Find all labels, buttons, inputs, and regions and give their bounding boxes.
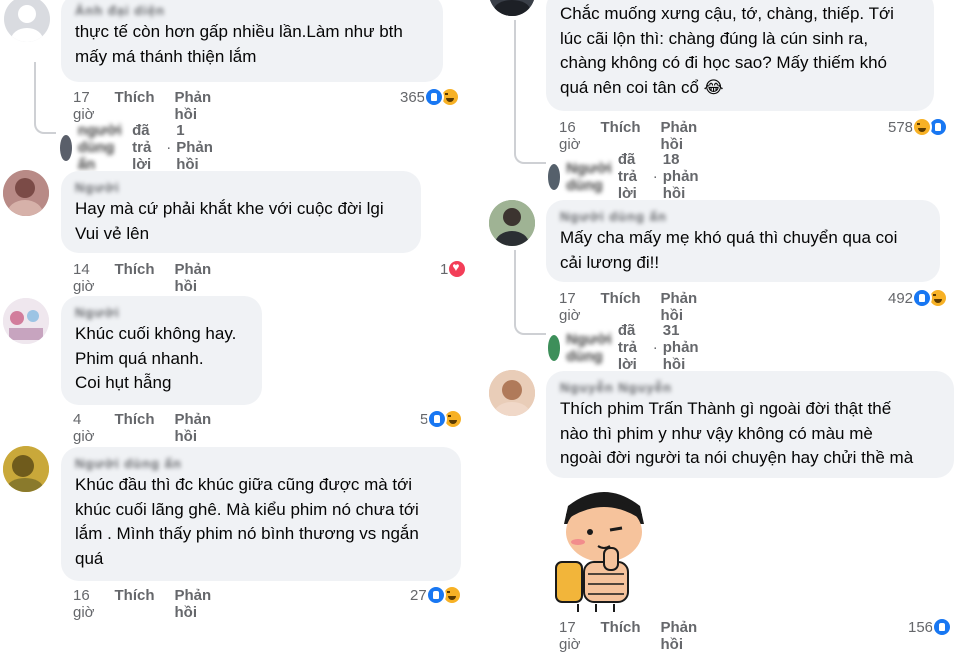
- like-button[interactable]: Thích: [601, 290, 641, 324]
- reply-thread-line: [514, 250, 546, 335]
- reaction-count: 27: [410, 586, 427, 604]
- avatar[interactable]: [489, 200, 535, 246]
- like-button[interactable]: Thích: [601, 119, 641, 153]
- avatar[interactable]: [489, 370, 535, 416]
- reaction-count: 492: [888, 289, 914, 307]
- avatar[interactable]: [3, 170, 49, 216]
- like-icon: [425, 585, 446, 605]
- replied-text: đã trả lời: [617, 322, 638, 373]
- view-replies-link[interactable]: Người dùng đã trả lời · 18 phản hồi: [548, 151, 702, 202]
- replier-name: người dùng ẩn: [77, 122, 122, 173]
- comment-text: Khúc cuối không hay. Phim quá nhanh. Coi…: [75, 324, 237, 392]
- love-icon: [447, 259, 468, 279]
- comment-bubble: Người dùng ẩn danh Khúc đầu thì đc khúc …: [61, 447, 461, 581]
- avatar[interactable]: [3, 298, 49, 344]
- reply-thread-line: [34, 62, 56, 134]
- replied-text: đã trả lời: [132, 122, 152, 173]
- reaction-summary[interactable]: 365: [400, 87, 461, 107]
- reply-count: 31 phản hồi: [662, 322, 699, 373]
- reaction-summary[interactable]: 27: [410, 585, 462, 605]
- comment-text: Mấy cha mấy mẹ khó quá thì chuyển qua co…: [560, 228, 898, 272]
- comment-author[interactable]: Nguyễn Nguyễn: [560, 379, 680, 397]
- reply-button[interactable]: Phản hồi: [175, 261, 212, 295]
- comment-time[interactable]: 17 giờ: [73, 89, 95, 123]
- comment-bubble: Ảnh đại diện ẩn thực tế còn hơn gấp nhiề…: [61, 0, 443, 82]
- reply-button[interactable]: Phản hồi: [175, 411, 212, 445]
- reply-button[interactable]: Phản hồi: [661, 119, 698, 153]
- reaction-count: 365: [400, 88, 426, 106]
- avatar: [548, 334, 561, 361]
- reply-button[interactable]: Phản hồi: [175, 587, 212, 621]
- like-icon: [424, 87, 445, 107]
- like-button[interactable]: Thích: [115, 411, 155, 445]
- comment-time[interactable]: 16 giờ: [73, 587, 95, 621]
- reaction-summary[interactable]: 492: [888, 288, 949, 308]
- reaction-summary[interactable]: 1: [440, 259, 468, 279]
- reaction-count: 156: [908, 618, 934, 636]
- comment-time[interactable]: 4 giờ: [73, 411, 95, 445]
- comment-time[interactable]: 17 giờ: [559, 619, 581, 653]
- avatar[interactable]: [4, 0, 50, 42]
- avatar[interactable]: [489, 0, 535, 16]
- comment-author[interactable]: Ảnh đại diện ẩn: [75, 2, 185, 20]
- haha-icon: [912, 117, 933, 137]
- like-icon: [932, 617, 953, 637]
- comment-bubble: Người dùng ẩn Mấy cha mấy mẹ khó quá thì…: [546, 200, 940, 282]
- comment-author[interactable]: Người dùng ẩn danh: [75, 455, 185, 473]
- like-icon: [427, 409, 448, 429]
- reply-button[interactable]: Phản hồi: [661, 619, 698, 653]
- reply-count: 1 Phản hồi: [176, 122, 213, 173]
- like-button[interactable]: Thích: [115, 261, 155, 295]
- like-button[interactable]: Thích: [115, 89, 155, 123]
- view-replies-link[interactable]: người dùng ẩn đã trả lời · 1 Phản hồi: [60, 122, 213, 173]
- reaction-count: 578: [888, 118, 914, 136]
- comment-bubble: Người dùng Khúc cuối không hay. Phim quá…: [61, 296, 262, 405]
- reaction-summary[interactable]: 156: [908, 617, 953, 637]
- comment-text: Chắc muống xưng cậu, tớ, chàng, thiếp. T…: [560, 4, 894, 97]
- comment-bubble: Chắc muống xưng cậu, tớ, chàng, thiếp. T…: [546, 0, 934, 111]
- comment-bubble: Nguyễn Nguyễn Thích phim Trấn Thành gì n…: [546, 371, 954, 478]
- avatar: [548, 163, 561, 190]
- comment-author[interactable]: Người dùng ẩn: [75, 179, 145, 197]
- reply-count: 18 phản hồi: [662, 151, 699, 202]
- comment-text: Hay mà cứ phải khắt khe với cuộc đời lgi…: [75, 199, 384, 243]
- replier-name: Người dùng: [566, 330, 612, 365]
- view-replies-link[interactable]: Người dùng đã trả lời · 31 phản hồi: [548, 322, 702, 373]
- reaction-summary[interactable]: 578: [888, 117, 949, 137]
- comment-text: Khúc đầu thì đc khúc giữa cũng được mà t…: [75, 475, 419, 568]
- comment-text: Thích phim Trấn Thành gì ngoài đời thật …: [560, 399, 914, 467]
- comment-time[interactable]: 16 giờ: [559, 119, 581, 153]
- avatar: [60, 134, 72, 161]
- reply-thread-line: [514, 20, 546, 164]
- reply-button[interactable]: Phản hồi: [661, 290, 698, 324]
- like-icon: [912, 288, 933, 308]
- comment-time[interactable]: 17 giờ: [559, 290, 581, 324]
- comment-text: thực tế còn hơn gấp nhiều lần.Làm như bt…: [75, 22, 403, 66]
- reply-button[interactable]: Phản hồi: [175, 89, 212, 123]
- comment-bubble: Người dùng ẩn Hay mà cứ phải khắt khe vớ…: [61, 171, 421, 253]
- thumbs-up-girl-sticker: [548, 484, 660, 619]
- comment-time[interactable]: 14 giờ: [73, 261, 95, 295]
- replier-name: Người dùng: [566, 159, 612, 194]
- reaction-summary[interactable]: 5: [420, 409, 464, 429]
- avatar[interactable]: [3, 446, 49, 492]
- like-button[interactable]: Thích: [115, 587, 155, 621]
- comment-author[interactable]: Người dùng ẩn: [560, 208, 690, 226]
- replied-text: đã trả lời: [617, 151, 638, 202]
- comment-author[interactable]: Người dùng: [75, 304, 145, 322]
- like-button[interactable]: Thích: [601, 619, 641, 653]
